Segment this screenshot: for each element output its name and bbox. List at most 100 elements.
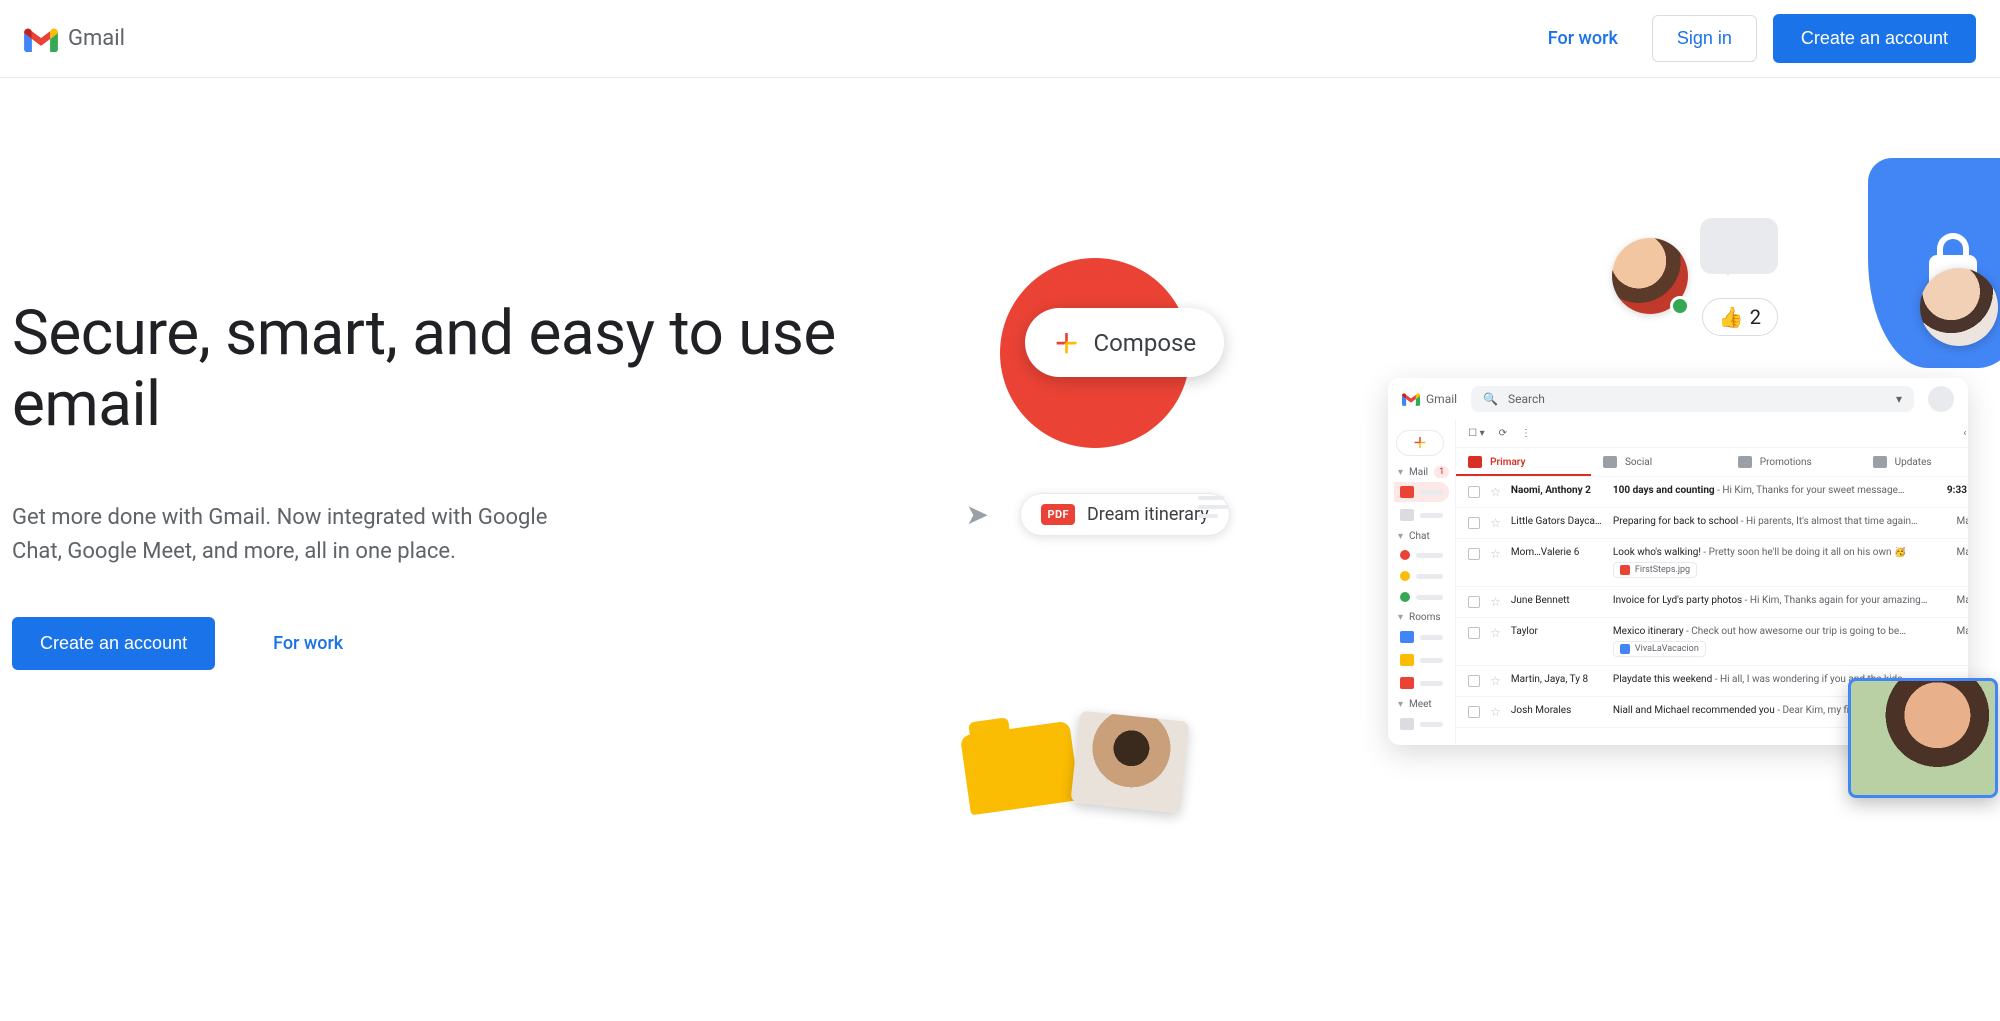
row-checkbox[interactable] — [1468, 517, 1480, 529]
tab-primary[interactable]: Primary — [1456, 448, 1591, 476]
email-time: 9:33 am — [1937, 485, 1968, 496]
app-sidebar: ＋ ▾ Mail 1 ▾Chat ▾Rooms — [1388, 420, 1456, 745]
compose-button[interactable]: ＋ — [1396, 430, 1444, 456]
sidebar-room[interactable] — [1394, 673, 1449, 693]
avatar-2 — [1920, 268, 1998, 346]
attachment-chip[interactable]: FirstSteps.jpg — [1613, 562, 1697, 578]
star-icon[interactable]: ☆ — [1490, 516, 1501, 530]
people-icon — [1603, 456, 1617, 468]
row-checkbox[interactable] — [1468, 706, 1480, 718]
sidebar-meet-item[interactable] — [1394, 714, 1449, 734]
plus-icon: ＋ — [1053, 324, 1079, 361]
star-icon[interactable]: ☆ — [1490, 705, 1501, 719]
attachment-icon — [1620, 565, 1630, 575]
email-subject: 100 days and counting — [1613, 485, 1715, 496]
email-sender: Mom…Valerie 6 — [1511, 547, 1603, 558]
email-row[interactable]: ☆ Mom…Valerie 6 Look who's walking! - Pr… — [1456, 539, 1968, 587]
star-icon[interactable]: ☆ — [1490, 485, 1501, 499]
gmail-logo-icon — [1402, 392, 1420, 406]
app-topbar: Gmail 🔍 Search ▾ — [1388, 378, 1968, 420]
inbox-icon — [1468, 456, 1482, 468]
sidebar-section-mail[interactable]: ▾ Mail 1 — [1398, 466, 1449, 478]
pdf-label: Dream itinerary — [1087, 504, 1209, 525]
line-decoration — [1198, 496, 1228, 518]
caret-icon: ▾ — [1398, 699, 1403, 710]
info-icon — [1873, 456, 1887, 468]
brand-name: Gmail — [68, 26, 125, 51]
app-brand: Gmail — [1402, 392, 1457, 406]
attachment-chip[interactable]: VivaLaVacacion — [1613, 641, 1706, 657]
row-checkbox[interactable] — [1468, 596, 1480, 608]
email-row[interactable]: ☆ Naomi, Anthony 2 100 days and counting… — [1456, 477, 1968, 508]
email-time: May 6 — [1937, 547, 1968, 558]
email-sender: Martin, Jaya, Ty 8 — [1511, 674, 1603, 685]
caret-icon: ▾ — [1398, 531, 1403, 542]
for-work-link[interactable]: For work — [1530, 18, 1636, 59]
email-snippet: - Hi Kim, Thanks for your sweet message… — [1715, 485, 1905, 496]
sidebar-section-rooms[interactable]: ▾Rooms — [1398, 612, 1449, 623]
sign-in-button[interactable]: Sign in — [1652, 15, 1757, 62]
prev-page-icon[interactable]: ‹ — [1963, 428, 1966, 439]
caret-icon: ▾ — [1398, 467, 1403, 478]
sidebar-item[interactable] — [1394, 505, 1449, 525]
speech-bubble-icon — [1700, 218, 1778, 274]
sidebar-chat-contact[interactable] — [1394, 567, 1449, 585]
email-sender: Little Gators Daycare — [1511, 516, 1603, 527]
tab-promotions[interactable]: Promotions — [1726, 448, 1861, 476]
sidebar-item-inbox[interactable] — [1394, 482, 1449, 502]
email-sender: Naomi, Anthony 2 — [1511, 485, 1603, 496]
star-icon[interactable]: ☆ — [1490, 595, 1501, 609]
email-subject: Mexico itinerary — [1613, 626, 1684, 637]
email-row[interactable]: ☆ Little Gators Daycare Preparing for ba… — [1456, 508, 1968, 539]
hero-for-work-link[interactable]: For work — [255, 623, 361, 664]
search-input[interactable]: 🔍 Search ▾ — [1471, 386, 1914, 412]
row-checkbox[interactable] — [1468, 627, 1480, 639]
tab-updates[interactable]: Updates — [1861, 448, 1968, 476]
sidebar-room[interactable] — [1394, 650, 1449, 670]
star-icon[interactable]: ☆ — [1490, 674, 1501, 688]
star-icon[interactable]: ☆ — [1490, 626, 1501, 640]
email-subject: Niall and Michael recommended you — [1613, 705, 1775, 716]
chevron-down-icon: ▾ — [1896, 392, 1902, 406]
plus-icon: ＋ — [1413, 433, 1427, 453]
email-sender: June Bennett — [1511, 595, 1603, 606]
sidebar-section-chat[interactable]: ▾Chat — [1398, 531, 1449, 542]
tab-social[interactable]: Social — [1591, 448, 1726, 476]
email-content: 100 days and counting - Hi Kim, Thanks f… — [1613, 485, 1928, 496]
more-icon[interactable]: ⋮ — [1521, 428, 1531, 439]
hero: Secure, smart, and easy to use email Get… — [0, 78, 2000, 778]
email-content: Invoice for Lyd's party photos - Hi Kim,… — [1613, 595, 1928, 606]
sidebar-chat-contact[interactable] — [1394, 546, 1449, 564]
hero-title: Secure, smart, and easy to use email — [12, 298, 960, 441]
attachment-icon — [1620, 644, 1630, 654]
star-icon[interactable]: ☆ — [1490, 547, 1501, 561]
photo-decoration — [1071, 711, 1190, 814]
tag-icon — [1738, 456, 1752, 468]
email-time: May 6 — [1937, 516, 1968, 527]
email-row[interactable]: ☆ Taylor Mexico itinerary - Check out ho… — [1456, 618, 1968, 666]
sidebar-section-meet[interactable]: ▾Meet — [1398, 699, 1449, 710]
select-all-checkbox[interactable]: ☐ ▾ — [1468, 428, 1484, 439]
hero-subtitle: Get more done with Gmail. Now integrated… — [12, 501, 572, 569]
account-avatar[interactable] — [1928, 386, 1954, 412]
row-checkbox[interactable] — [1468, 486, 1480, 498]
email-time: May 6 — [1937, 626, 1968, 637]
app-toolbar: ☐ ▾ ⟳ ⋮ ‹ › — [1456, 420, 1968, 448]
sidebar-room[interactable] — [1394, 627, 1449, 647]
row-checkbox[interactable] — [1468, 548, 1480, 560]
sidebar-chat-contact[interactable] — [1394, 588, 1449, 606]
email-subject: Look who's walking! — [1613, 547, 1701, 558]
hero-create-account-button[interactable]: Create an account — [12, 617, 215, 670]
email-content: Mexico itinerary - Check out how awesome… — [1613, 626, 1928, 657]
create-account-button[interactable]: Create an account — [1773, 14, 1976, 63]
online-indicator-icon — [1670, 296, 1690, 316]
caret-icon: ▾ — [1398, 612, 1403, 623]
refresh-icon[interactable]: ⟳ — [1499, 428, 1507, 439]
email-row[interactable]: ☆ June Bennett Invoice for Lyd's party p… — [1456, 587, 1968, 618]
search-placeholder: Search — [1508, 392, 1545, 406]
reaction-pill: 👍 2 — [1702, 298, 1778, 336]
gmail-logo-icon — [24, 26, 58, 52]
email-snippet: - Hi Kim, Thanks again for your amazing… — [1742, 595, 1927, 606]
email-sender: Josh Morales — [1511, 705, 1603, 716]
row-checkbox[interactable] — [1468, 675, 1480, 687]
